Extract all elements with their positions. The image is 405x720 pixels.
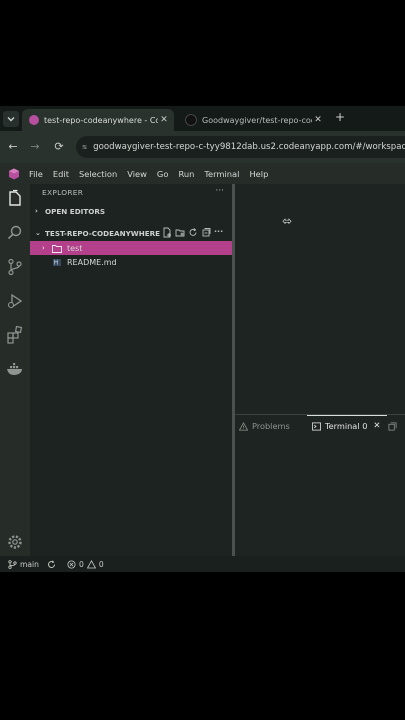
chevron-right-icon: ›	[42, 244, 45, 252]
site-settings-icon[interactable]	[82, 141, 87, 153]
copy-icon	[388, 421, 397, 431]
active-tab-indicator	[307, 415, 387, 416]
sync-icon	[48, 560, 55, 568]
editor-area[interactable]: ⬄	[235, 184, 405, 414]
tree-item-label: test	[67, 243, 83, 253]
run-debug-icon	[7, 293, 23, 309]
problems-status[interactable]: 0 0	[67, 559, 104, 569]
workspace-label: TEST-REPO-CODEANYWHERE	[45, 228, 161, 238]
bottom-panel: Problems Terminal 0 ✕	[235, 414, 405, 557]
git-branch-icon	[8, 559, 17, 569]
extensions-view-button[interactable]	[5, 325, 25, 345]
docker-view-button[interactable]	[5, 359, 25, 379]
search-view-button[interactable]	[5, 223, 25, 243]
warning-count: 0	[98, 559, 104, 569]
explorer-view-button[interactable]	[5, 189, 25, 209]
explorer-sidebar: EXPLORER ··· › OPEN EDITORS ⌄ TEST-REPO-…	[30, 184, 232, 556]
back-button[interactable]: ←	[5, 139, 21, 155]
more-actions-icon[interactable]: ···	[215, 186, 224, 196]
menu-go[interactable]: Go	[157, 169, 169, 179]
tab-label: Terminal 0	[325, 421, 368, 431]
address-bar[interactable]: goodwaygiver-test-repo-c-tyy9812dab.us2.…	[76, 136, 405, 158]
open-editors-section[interactable]: › OPEN EDITORS	[30, 204, 232, 218]
sync-button[interactable]	[47, 560, 59, 569]
codeanywhere-favicon-icon	[29, 115, 39, 125]
tab-title: Goodwaygiver/test-repo-codea	[202, 115, 312, 125]
activity-bar	[0, 184, 30, 556]
tab-search-button[interactable]	[3, 111, 19, 127]
github-favicon-icon	[185, 114, 197, 126]
menu-run[interactable]: Run	[178, 169, 194, 179]
new-folder-icon[interactable]	[175, 227, 185, 238]
chevron-down-icon: ⌄	[35, 229, 41, 237]
url-text: goodwaygiver-test-repo-c-tyy9812dab.us2.…	[93, 142, 405, 152]
refresh-icon[interactable]	[188, 227, 198, 238]
menu-edit[interactable]: Edit	[53, 169, 69, 179]
tab-github[interactable]: Goodwaygiver/test-repo-codea ✕	[178, 109, 328, 131]
explorer-title: EXPLORER	[42, 188, 84, 197]
branch-name: main	[20, 559, 39, 569]
tab-strip: test-repo-codeanywhere - Code ✕ Goodwayg…	[0, 106, 405, 131]
resize-cursor-icon: ⬄	[282, 214, 293, 228]
browser-window: test-repo-codeanywhere - Code ✕ Goodwayg…	[0, 106, 405, 572]
tree-item-readme[interactable]: README.md	[30, 255, 232, 269]
tab-overflow[interactable]	[388, 419, 401, 433]
tab-problems[interactable]: Problems	[239, 419, 290, 433]
tab-codeanywhere[interactable]: test-repo-codeanywhere - Code ✕	[22, 109, 174, 131]
menu-help[interactable]: Help	[249, 169, 268, 179]
menu-selection[interactable]: Selection	[79, 169, 117, 179]
browser-toolbar: ← → ⟳ goodwaygiver-test-repo-c-tyy9812da…	[0, 131, 405, 163]
error-count: 0	[78, 559, 84, 569]
chevron-down-icon	[7, 117, 15, 122]
run-debug-view-button[interactable]	[5, 291, 25, 311]
tab-label: Problems	[252, 421, 290, 431]
new-file-icon[interactable]	[162, 227, 172, 238]
status-bar: main 0 0	[0, 556, 405, 572]
tab-title: test-repo-codeanywhere - Code	[44, 115, 158, 125]
menubar: File Edit Selection View Go Run Terminal…	[0, 163, 405, 184]
error-icon	[67, 560, 76, 568]
extensions-icon	[7, 325, 23, 344]
source-control-icon	[8, 258, 22, 276]
section-more-icon[interactable]: ···	[214, 227, 226, 238]
branch-status[interactable]: main	[8, 560, 39, 569]
tab-terminal[interactable]: Terminal 0 ✕	[312, 419, 381, 433]
reload-button[interactable]: ⟳	[51, 139, 67, 155]
markdown-file-icon	[53, 258, 61, 266]
close-tab-icon[interactable]: ✕	[158, 115, 170, 125]
menu-view[interactable]: View	[127, 169, 147, 179]
docker-whale-icon	[7, 363, 22, 375]
gear-icon	[8, 535, 22, 549]
warning-icon	[86, 559, 96, 568]
close-terminal-icon[interactable]: ✕	[373, 421, 380, 431]
close-tab-icon[interactable]: ✕	[312, 115, 324, 125]
workspace-actions: ···	[162, 227, 226, 238]
terminal-icon	[312, 421, 321, 431]
codeanywhere-logo-icon	[9, 168, 19, 179]
source-control-view-button[interactable]	[5, 257, 25, 277]
workspace-section[interactable]: ⌄ TEST-REPO-CODEANYWHERE ···	[30, 226, 232, 240]
open-editors-label: OPEN EDITORS	[45, 206, 106, 216]
tree-item-label: README.md	[67, 257, 117, 267]
files-icon	[9, 189, 21, 206]
forward-button[interactable]: →	[27, 139, 43, 155]
menu-terminal[interactable]: Terminal	[204, 169, 239, 179]
collapse-all-icon[interactable]	[201, 227, 211, 238]
chevron-right-icon: ›	[35, 207, 38, 215]
manage-button[interactable]	[5, 532, 25, 552]
tree-item-test-folder[interactable]: › test	[30, 241, 232, 255]
menu-file[interactable]: File	[29, 169, 43, 179]
search-icon	[7, 225, 22, 240]
warning-icon	[239, 421, 248, 431]
new-tab-button[interactable]: +	[333, 110, 347, 124]
folder-icon	[52, 244, 62, 253]
